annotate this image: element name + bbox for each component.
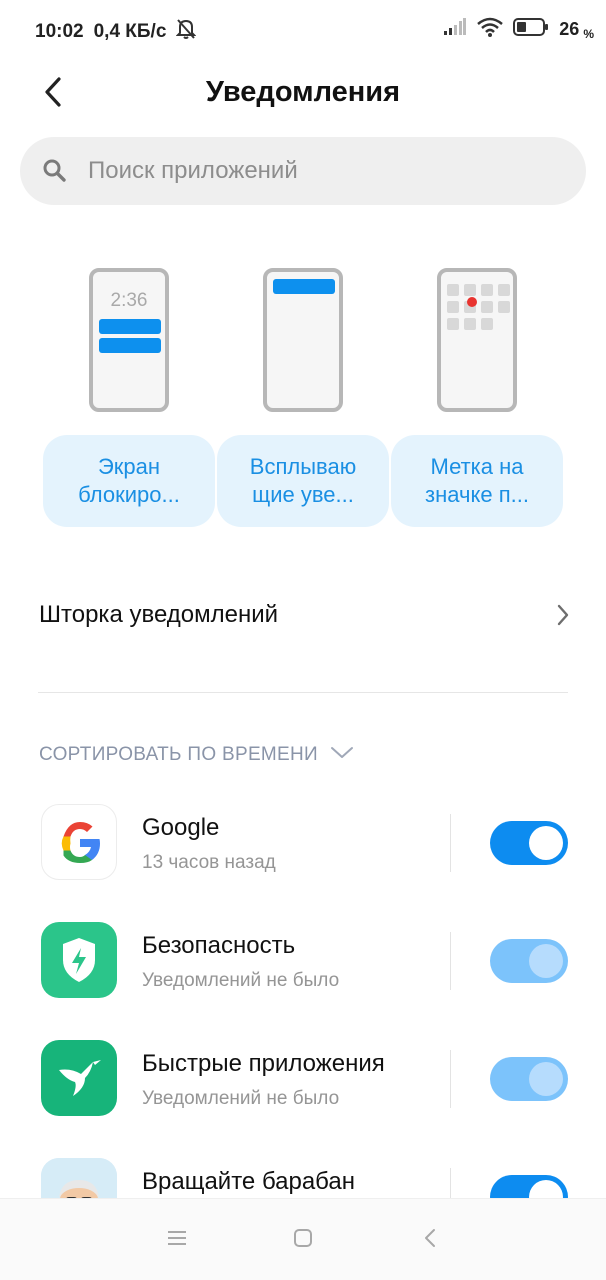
icon-badge-button[interactable]: Метка на значке п... [391,435,563,527]
toggle-knob [529,944,563,978]
app-row-quick-apps[interactable]: Быстрые приложения Уведомлений не было [0,1040,606,1140]
preview-notification-bar [99,338,161,353]
row-separator [450,932,451,990]
toggle-knob [529,1062,563,1096]
app-last-notification: Уведомлений не было [142,1088,340,1109]
network-speed: 0,4 КБ/с [93,21,167,42]
hummingbird-app-icon [41,1040,117,1116]
floating-notifications-button[interactable]: Всплываю щие уве... [217,435,389,527]
lockscreen-notifications-button[interactable]: Экран блокиро... [43,435,215,527]
status-time: 10:02 [35,21,84,42]
app-row-google[interactable]: Google 13 часов назад [0,804,606,904]
sort-dropdown[interactable]: СОРТИРОВАТЬ ПО ВРЕМЕНИ [39,744,354,766]
search-input[interactable] [88,157,528,185]
notifications-toggle[interactable] [490,939,568,983]
status-bar: 10:02 0,4 КБ/с 26 % [0,0,606,60]
lockscreen-preview: 2:36 [89,268,169,412]
preview-app-cell [481,284,493,296]
preview-app-cell [481,318,493,330]
battery-unit: % [583,26,594,41]
preview-app-cell [498,301,510,313]
app-last-notification: 13 часов назад [142,852,276,873]
preview-app-cell [464,284,476,296]
navigation-bar [0,1198,606,1280]
toggle-knob [529,826,563,860]
preview-app-cell [447,318,459,330]
bell-muted-icon [175,18,197,46]
search-icon [42,158,68,184]
home-button[interactable] [288,1225,318,1255]
preview-notification-bar [99,319,161,334]
google-app-icon [41,804,117,880]
home-icon [293,1228,313,1253]
search-bar[interactable] [20,137,586,205]
sort-label: СОРТИРОВАТЬ ПО ВРЕМЕНИ [39,744,318,765]
app-name: Google [142,814,220,841]
preview-app-cell [447,284,459,296]
notification-shade-row[interactable]: Шторка уведомлений [0,580,606,650]
chevron-down-icon [330,746,354,765]
notification-shade-label: Шторка уведомлений [39,601,279,628]
preview-app-cell [464,318,476,330]
battery-icon [513,18,549,41]
badge-preview [437,268,517,412]
divider [38,692,568,693]
menu-button[interactable] [162,1225,192,1255]
row-separator [450,814,451,872]
menu-icon [167,1230,187,1251]
battery-level: 26 [559,19,580,39]
badge-dot [467,297,477,307]
app-name: Вращайте барабан [142,1168,355,1195]
notifications-toggle[interactable] [490,821,568,865]
preview-app-cell [498,284,510,296]
app-name: Безопасность [142,932,296,959]
app-last-notification: Уведомлений не было [142,970,340,991]
page-title: Уведомления [205,76,401,108]
signal-icon [443,18,467,41]
preview-app-cell [481,301,493,313]
popup-preview [263,268,343,412]
lockscreen-preview-time: 2:36 [110,290,148,311]
nav-back-button[interactable] [415,1225,445,1255]
app-name: Быстрые приложения [142,1050,385,1077]
preview-app-cell [447,301,459,313]
row-separator [450,1050,451,1108]
security-app-icon [41,922,117,998]
wifi-icon [477,17,504,42]
app-row-security[interactable]: Безопасность Уведомлений не было [0,922,606,1022]
preview-popup-bar [273,279,335,294]
back-icon [423,1228,437,1253]
chevron-right-icon [556,604,570,631]
notifications-toggle[interactable] [490,1057,568,1101]
